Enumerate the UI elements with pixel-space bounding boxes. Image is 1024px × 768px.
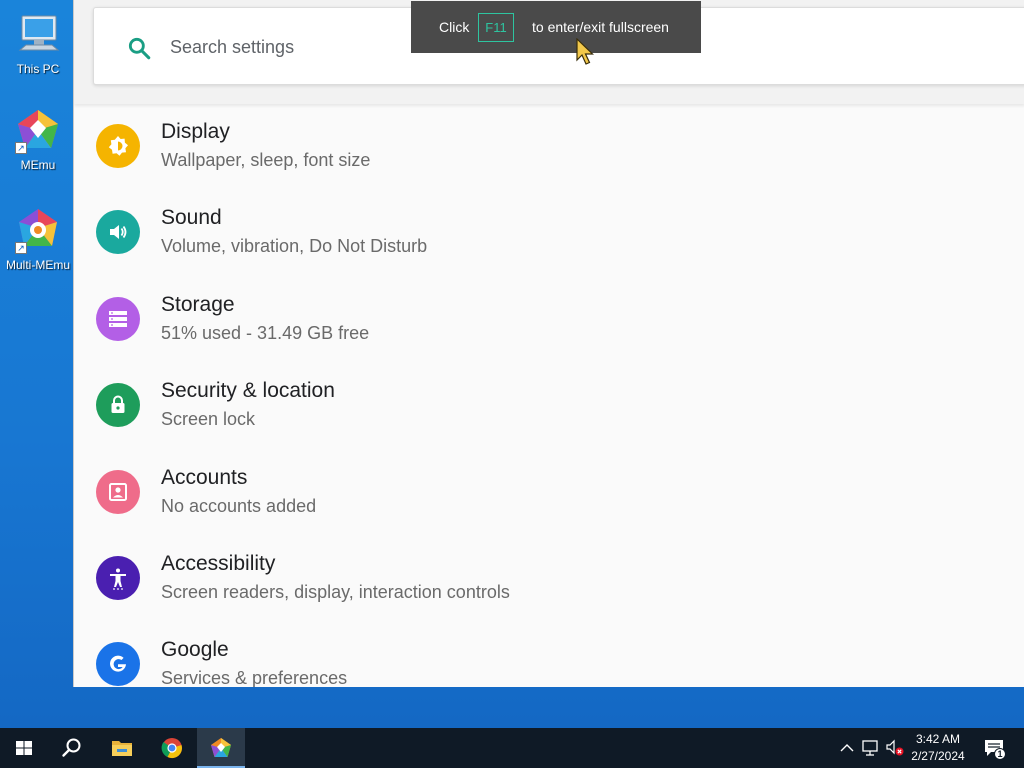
settings-item-accounts[interactable]: Accounts No accounts added bbox=[74, 450, 1024, 536]
start-button[interactable] bbox=[0, 728, 48, 768]
settings-item-sound[interactable]: Sound Volume, vibration, Do Not Disturb bbox=[74, 190, 1024, 276]
chevron-up-icon bbox=[840, 744, 854, 752]
action-center-button[interactable]: 1 bbox=[980, 728, 1010, 768]
settings-item-subtitle: Screen readers, display, interaction con… bbox=[161, 581, 510, 602]
settings-item-subtitle: Services & preferences bbox=[161, 668, 348, 687]
settings-item-subtitle: No accounts added bbox=[161, 495, 317, 516]
tray-overflow-button[interactable] bbox=[836, 728, 858, 768]
mouse-cursor-icon bbox=[576, 38, 594, 65]
settings-item-title: Google bbox=[161, 638, 229, 662]
settings-item-google[interactable]: Google Services & preferences bbox=[74, 622, 1024, 687]
settings-item-security[interactable]: Security & location Screen lock bbox=[74, 363, 1024, 449]
start-icon bbox=[16, 741, 32, 755]
settings-list: Display Wallpaper, sleep, font size Soun… bbox=[74, 104, 1024, 687]
fullscreen-hint: Click F11 to enter/exit fullscreen bbox=[411, 1, 701, 53]
taskbar-chrome[interactable] bbox=[148, 728, 196, 768]
desktop-icon-label: MEmu bbox=[20, 158, 56, 172]
settings-item-title: Storage bbox=[161, 292, 235, 316]
notification-count: 1 bbox=[997, 749, 1003, 759]
settings-item-storage[interactable]: Storage 51% used - 31.49 GB free bbox=[74, 277, 1024, 363]
settings-item-title: Security & location bbox=[161, 379, 335, 403]
settings-item-title: Sound bbox=[161, 206, 222, 230]
chrome-icon bbox=[161, 738, 182, 759]
network-icon bbox=[862, 740, 878, 756]
desktop-icon-multi-memu[interactable]: ↗ Multi-MEmu bbox=[0, 206, 76, 272]
account-icon bbox=[96, 469, 140, 514]
settings-item-display[interactable]: Display Wallpaper, sleep, font size bbox=[74, 104, 1024, 190]
shortcut-arrow-icon: ↗ bbox=[15, 242, 27, 254]
multi-memu-icon: ↗ bbox=[14, 206, 62, 254]
settings-item-subtitle: Wallpaper, sleep, font size bbox=[161, 150, 371, 170]
taskbar: 3:42 AM 2/27/2024 1 bbox=[0, 728, 1024, 768]
brightness-icon bbox=[96, 124, 140, 168]
desktop-icon-memu[interactable]: ↗ MEmu bbox=[0, 106, 76, 172]
hint-suffix: to enter/exit fullscreen bbox=[532, 19, 669, 35]
memu-icon: ↗ bbox=[14, 106, 62, 154]
google-icon bbox=[96, 642, 140, 687]
settings-item-accessibility[interactable]: Accessibility Screen readers, display, i… bbox=[74, 536, 1024, 622]
settings-item-title: Accounts bbox=[161, 465, 248, 489]
settings-item-title: Display bbox=[161, 120, 230, 143]
lock-icon bbox=[96, 383, 140, 428]
taskbar-clock[interactable]: 3:42 AM 2/27/2024 bbox=[902, 731, 974, 765]
desktop-icon-this-pc[interactable]: This PC bbox=[0, 10, 76, 76]
search-icon bbox=[62, 738, 81, 757]
clock-time: 3:42 AM bbox=[915, 732, 961, 746]
shortcut-arrow-icon: ↗ bbox=[15, 142, 27, 154]
storage-icon bbox=[96, 296, 140, 341]
desktop-icon-label: This PC bbox=[16, 62, 60, 76]
volume-icon bbox=[96, 210, 140, 255]
memu-icon bbox=[211, 738, 231, 757]
settings-item-title: Accessibility bbox=[161, 551, 276, 575]
settings-item-subtitle: Volume, vibration, Do Not Disturb bbox=[161, 236, 428, 257]
emulator-window: Display Wallpaper, sleep, font size Soun… bbox=[73, 0, 1024, 687]
accessibility-icon bbox=[96, 555, 140, 600]
settings-item-subtitle: 51% used - 31.49 GB free bbox=[161, 322, 370, 343]
file-explorer-icon bbox=[112, 741, 132, 756]
search-icon[interactable] bbox=[126, 35, 152, 61]
hint-key: F11 bbox=[478, 13, 514, 42]
settings-item-subtitle: Screen lock bbox=[161, 409, 256, 430]
taskbar-search-button[interactable] bbox=[48, 728, 96, 768]
desktop-icon-label: Multi-MEmu bbox=[5, 258, 70, 272]
taskbar-file-explorer[interactable] bbox=[98, 728, 146, 768]
taskbar-memu[interactable] bbox=[197, 728, 245, 768]
clock-date: 2/27/2024 bbox=[911, 749, 965, 763]
computer-icon bbox=[14, 10, 62, 58]
tray-network-button[interactable] bbox=[860, 728, 884, 768]
hint-prefix: Click bbox=[439, 19, 470, 35]
